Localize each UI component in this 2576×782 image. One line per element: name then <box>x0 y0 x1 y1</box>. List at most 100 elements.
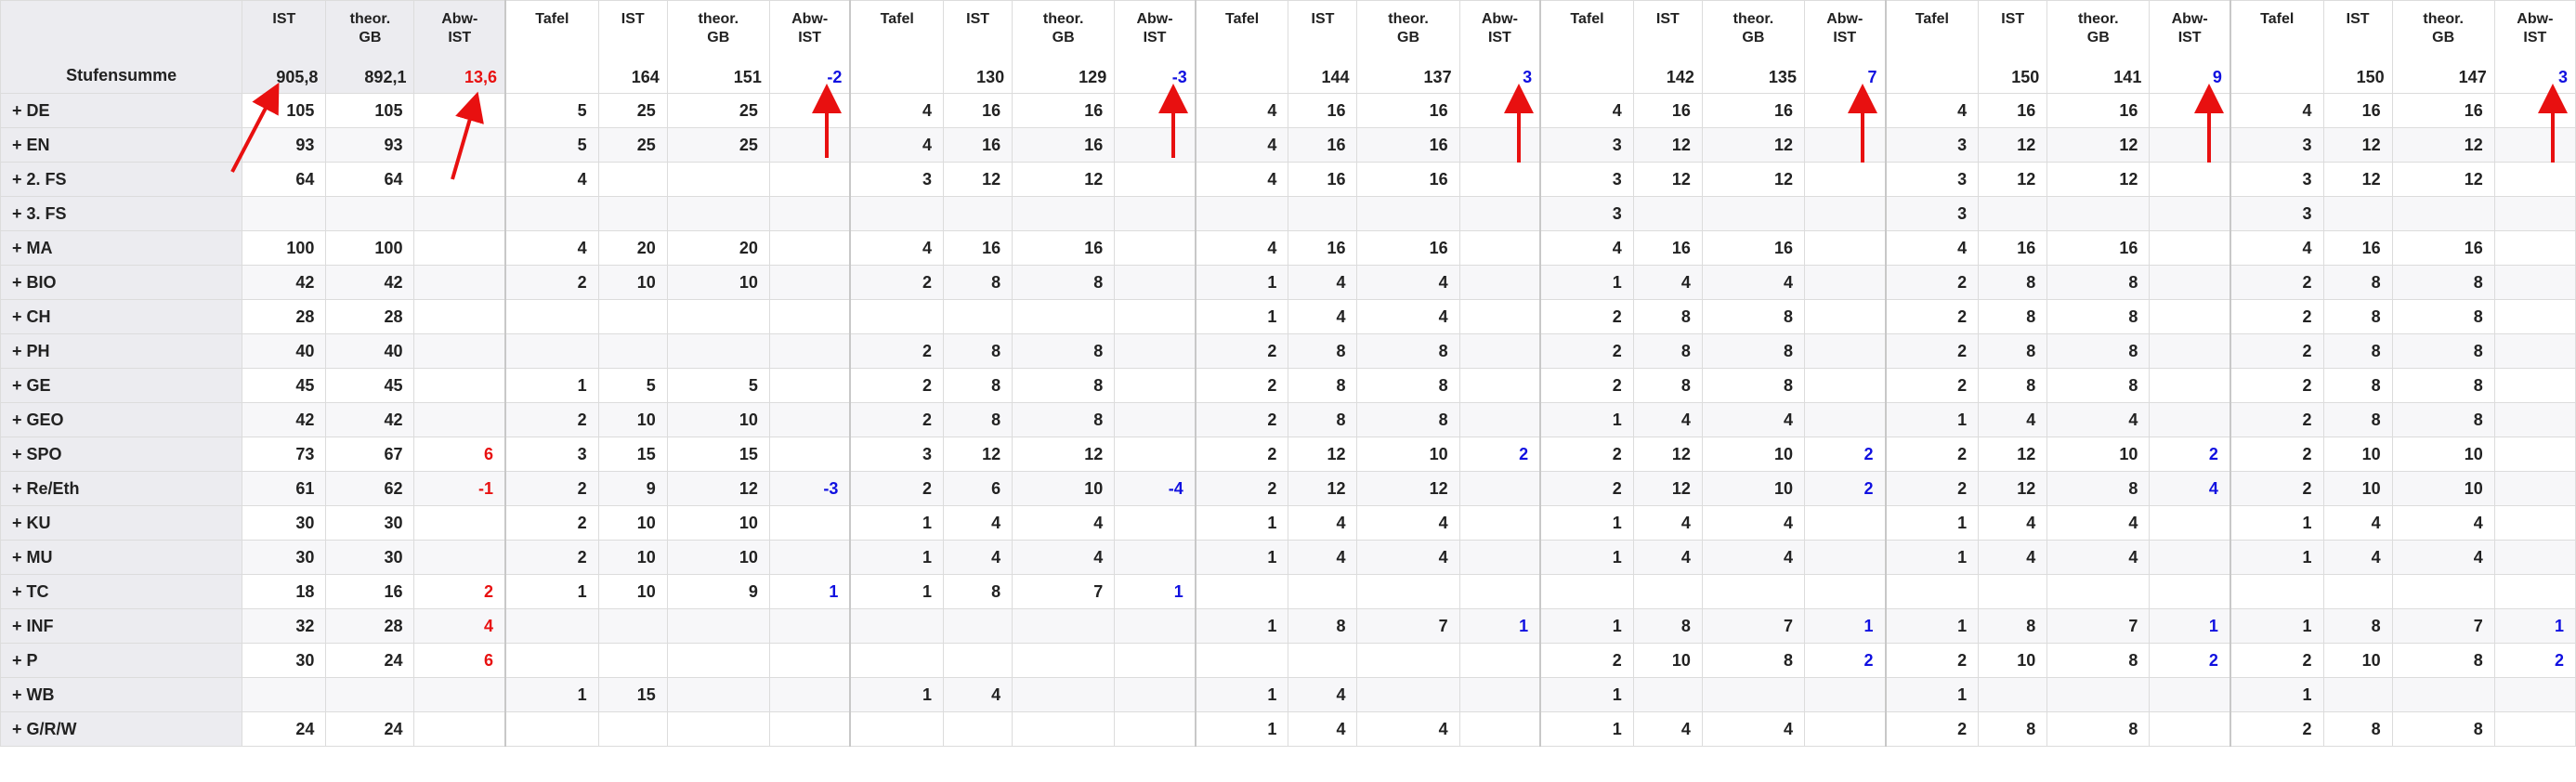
group-cell-abw[interactable] <box>1114 299 1196 334</box>
sum-cell-theor[interactable]: 30 <box>325 540 415 575</box>
table-row[interactable]: + CH 28 28 1 4 4 2 8 8 2 8 8 2 8 8 <box>0 299 2576 334</box>
group-cell-theor[interactable] <box>2391 677 2495 712</box>
group-cell-theor[interactable]: 8 <box>2046 368 2151 403</box>
group-cell-abw[interactable] <box>1114 540 1196 575</box>
group-cell-ist[interactable]: 12 <box>1288 471 1358 506</box>
group-cell-abw[interactable] <box>1114 93 1196 128</box>
group-cell-ist[interactable]: 8 <box>2322 299 2393 334</box>
group-cell-theor[interactable]: 4 <box>1356 265 1460 300</box>
group-cell-ist[interactable]: 16 <box>1288 162 1358 197</box>
group-cell-ist[interactable]: 8 <box>2322 368 2393 403</box>
sum-cell-abw[interactable]: 2 <box>413 574 506 609</box>
sum-cell-theor[interactable]: 93 <box>325 127 415 163</box>
group-cell-ist[interactable] <box>943 608 1013 644</box>
group-cell-ist[interactable]: 15 <box>597 437 668 472</box>
group-cell-ist[interactable]: 4 <box>943 677 1013 712</box>
sum-cell-theor[interactable]: 24 <box>325 643 415 678</box>
group-cell-theor[interactable]: 8 <box>2391 368 2495 403</box>
group-cell-theor[interactable] <box>1356 574 1460 609</box>
group-cell-ist[interactable]: 16 <box>943 230 1013 266</box>
group-cell-abw[interactable] <box>1458 127 1541 163</box>
group-cell-theor[interactable] <box>666 677 770 712</box>
group-cell-abw[interactable] <box>1803 402 1887 437</box>
group-cell-theor[interactable]: 16 <box>1701 230 1805 266</box>
group-cell-ist[interactable]: 16 <box>1288 230 1358 266</box>
sum-cell-theor[interactable] <box>325 196 415 231</box>
table-row[interactable]: + INF 32 28 4 1 8 7 1 1 8 7 1 1 8 7 1 1 8 7 1 <box>0 608 2576 644</box>
group-cell-theor[interactable]: 4 <box>2046 540 2151 575</box>
group-cell-theor[interactable]: 16 <box>1356 127 1460 163</box>
group-cell-ist[interactable]: 5 <box>597 368 668 403</box>
sum-cell-abw[interactable] <box>413 368 506 403</box>
group-cell-ist[interactable] <box>1288 574 1358 609</box>
group-cell-tafel[interactable]: 1 <box>1194 677 1289 712</box>
group-cell-ist[interactable] <box>943 711 1013 747</box>
sum-cell-ist[interactable]: 61 <box>242 471 327 506</box>
group-cell-abw[interactable] <box>2493 333 2576 369</box>
group-cell-theor[interactable]: 16 <box>1356 230 1460 266</box>
sum-cell-abw[interactable]: 6 <box>413 437 506 472</box>
group-cell-tafel[interactable]: 1 <box>1194 608 1289 644</box>
group-cell-ist[interactable]: 10 <box>597 402 668 437</box>
group-cell-abw[interactable] <box>2493 265 2576 300</box>
group-cell-theor[interactable]: 10 <box>666 265 770 300</box>
group-cell-theor[interactable]: 12 <box>666 471 770 506</box>
group-cell-abw[interactable]: -4 <box>1114 471 1196 506</box>
header-group-1-abw[interactable]: Abw- IST -3 <box>1114 0 1196 94</box>
group-cell-abw[interactable] <box>1458 677 1541 712</box>
group-cell-tafel[interactable]: 3 <box>849 437 945 472</box>
group-cell-tafel[interactable]: 2 <box>1539 333 1634 369</box>
group-cell-abw[interactable] <box>1458 711 1541 747</box>
group-cell-abw[interactable] <box>1458 368 1541 403</box>
sum-cell-ist[interactable]: 45 <box>242 368 327 403</box>
group-cell-tafel[interactable]: 3 <box>1539 162 1634 197</box>
group-cell-ist[interactable]: 10 <box>2322 437 2393 472</box>
header-group-3-abw[interactable]: Abw- IST 7 <box>1803 0 1887 94</box>
group-cell-tafel[interactable]: 1 <box>1884 402 1980 437</box>
header-group-3-ist[interactable]: IST 142 <box>1632 0 1703 94</box>
sum-cell-abw[interactable] <box>413 677 506 712</box>
group-cell-theor[interactable]: 7 <box>1356 608 1460 644</box>
group-cell-ist[interactable]: 8 <box>1978 265 2048 300</box>
group-cell-abw[interactable] <box>1114 368 1196 403</box>
group-cell-ist[interactable]: 8 <box>1632 333 1703 369</box>
group-cell-tafel[interactable]: 4 <box>2229 93 2324 128</box>
group-cell-abw[interactable] <box>2149 574 2231 609</box>
group-cell-tafel[interactable]: 1 <box>849 540 945 575</box>
group-cell-tafel[interactable]: 2 <box>504 402 599 437</box>
header-group-5-theor[interactable]: theor. GB 147 <box>2391 0 2495 94</box>
group-cell-ist[interactable]: 4 <box>1632 540 1703 575</box>
sum-cell-abw[interactable]: 6 <box>413 643 506 678</box>
sum-cell-theor[interactable]: 42 <box>325 265 415 300</box>
group-cell-abw[interactable] <box>1803 368 1887 403</box>
row-label[interactable]: + TC <box>0 574 243 609</box>
group-cell-ist[interactable]: 4 <box>1288 505 1358 541</box>
group-cell-ist[interactable] <box>1632 196 1703 231</box>
group-cell-ist[interactable]: 12 <box>1632 471 1703 506</box>
sum-cell-theor[interactable]: 40 <box>325 333 415 369</box>
group-cell-theor[interactable] <box>1012 299 1116 334</box>
group-cell-abw[interactable] <box>2149 230 2231 266</box>
group-cell-tafel[interactable]: 2 <box>849 368 945 403</box>
group-cell-abw[interactable] <box>768 437 851 472</box>
group-cell-theor[interactable] <box>1356 643 1460 678</box>
group-cell-ist[interactable]: 8 <box>2322 265 2393 300</box>
group-cell-theor[interactable]: 12 <box>1356 471 1460 506</box>
group-cell-ist[interactable]: 4 <box>943 505 1013 541</box>
group-cell-theor[interactable]: 8 <box>2046 299 2151 334</box>
header-group-2-tafel[interactable]: Tafel <box>1194 0 1289 94</box>
group-cell-ist[interactable] <box>1632 677 1703 712</box>
group-cell-tafel[interactable]: 2 <box>849 471 945 506</box>
group-cell-ist[interactable]: 12 <box>1978 162 2048 197</box>
header-group-5-tafel[interactable]: Tafel <box>2229 0 2324 94</box>
header-group-1-ist[interactable]: IST 130 <box>943 0 1013 94</box>
table-row[interactable]: + P 30 24 6 2 10 8 2 2 10 8 2 2 10 8 2 <box>0 643 2576 678</box>
group-cell-ist[interactable]: 8 <box>1978 608 2048 644</box>
group-cell-abw[interactable] <box>2149 677 2231 712</box>
group-cell-theor[interactable] <box>1701 677 1805 712</box>
group-cell-ist[interactable]: 4 <box>1632 265 1703 300</box>
group-cell-abw[interactable] <box>2493 162 2576 197</box>
group-cell-ist[interactable]: 15 <box>597 677 668 712</box>
group-cell-abw[interactable] <box>2493 574 2576 609</box>
group-cell-tafel[interactable]: 2 <box>2229 437 2324 472</box>
